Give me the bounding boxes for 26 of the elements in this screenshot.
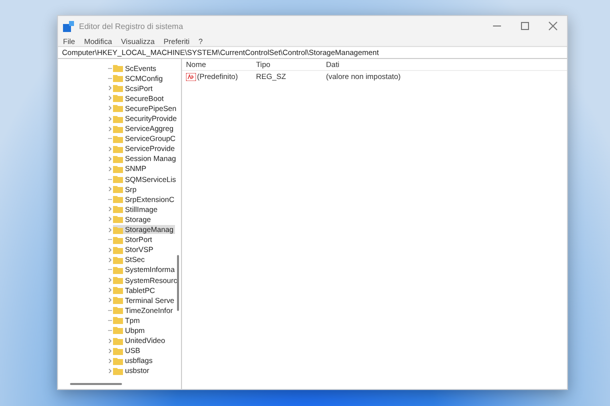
expand-chevron-icon[interactable] [107, 297, 113, 304]
expand-chevron-icon[interactable] [107, 348, 113, 354]
expand-chevron-icon[interactable] [107, 246, 113, 253]
expand-chevron-icon[interactable] [107, 256, 113, 263]
expand-chevron-icon[interactable] [107, 226, 113, 233]
expand-chevron-icon[interactable] [107, 85, 113, 92]
expand-chevron-icon[interactable] [107, 126, 113, 132]
expand-chevron-icon[interactable] [107, 358, 113, 364]
expand-chevron-icon[interactable] [107, 216, 113, 222]
expand-chevron-icon[interactable] [107, 166, 113, 172]
registry-cubes-icon [63, 20, 74, 32]
string-value-icon [186, 72, 196, 80]
expand-chevron-icon[interactable] [107, 156, 113, 162]
expand-chevron-icon[interactable] [107, 95, 113, 102]
expand-chevron-icon[interactable] [107, 368, 113, 374]
expand-chevron-icon[interactable] [107, 277, 113, 284]
expand-chevron-icon[interactable] [107, 105, 113, 112]
vertical-scrollbar[interactable] [177, 255, 179, 311]
horizontal-scrollbar[interactable] [70, 383, 122, 385]
expand-chevron-icon[interactable] [107, 338, 113, 344]
expand-chevron-icon[interactable] [107, 287, 113, 294]
expand-chevron-icon[interactable] [107, 206, 113, 212]
window-title: Editor del Registro di sistema [79, 22, 184, 30]
expand-chevron-icon[interactable] [107, 116, 113, 122]
expand-chevron-icon[interactable] [107, 146, 113, 152]
expand-chevron-icon[interactable] [107, 186, 113, 192]
